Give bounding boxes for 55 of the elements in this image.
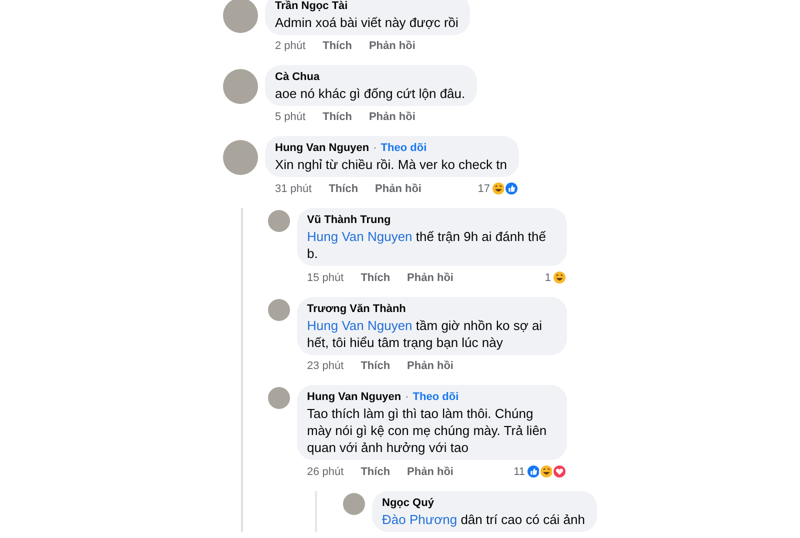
comment-text: Xin nghỉ từ chiều rồi. Mà ver ko check tn	[275, 156, 507, 173]
reaction-count: 11	[514, 464, 525, 478]
like-link[interactable]: Thích	[360, 270, 390, 284]
like-reaction-icon	[526, 464, 541, 479]
avatar-photo-placeholder[interactable]	[268, 210, 290, 232]
comment-time: 23 phút	[307, 359, 344, 373]
comment-time: 5 phút	[275, 110, 306, 124]
commenter-name[interactable]: Vũ Thành Trung	[307, 214, 391, 226]
haha-reaction-icon	[539, 464, 554, 479]
reply-link[interactable]: Phản hồi	[368, 39, 416, 53]
like-link[interactable]: Thích	[322, 110, 352, 124]
like-link[interactable]: Thích	[328, 182, 358, 196]
avatar-photo-placeholder[interactable]	[268, 299, 290, 321]
haha-reaction-icon	[490, 181, 506, 196]
comment-text: aoe nó khác gì đống cứt lộn đâu.	[275, 85, 466, 102]
comment-time: 31 phút	[275, 182, 312, 196]
avatar-photo-placeholder[interactable]	[223, 140, 258, 175]
comment-text: Đào Phương dân trí cao có cái ảnh	[382, 511, 585, 528]
avatar-photo-placeholder[interactable]	[223, 0, 258, 33]
commenter-name[interactable]: Cà Chua	[275, 71, 320, 83]
comment-text: Hung Van Nguyen tầm giờ nhồn ko sợ ai hết, tôi hiểu tâm trạng bạn lúc này	[307, 317, 544, 351]
avatar-photo-placeholder[interactable]	[268, 387, 290, 409]
separator-dot: ·	[373, 142, 377, 154]
like-link[interactable]: Thích	[322, 39, 352, 53]
reaction-count: 17	[478, 182, 490, 196]
reply-link[interactable]: Phản hồi	[368, 110, 416, 124]
like-link[interactable]: Thích	[360, 359, 390, 373]
reaction-count: 1	[544, 270, 551, 284]
commenter-name[interactable]: Hung Van Nguyen	[275, 142, 370, 154]
reply-link[interactable]: Phản hồi	[407, 270, 454, 284]
love-reaction-icon	[552, 464, 567, 479]
follow-link[interactable]: Theo dõi	[380, 142, 427, 154]
commenter-name[interactable]: Ngọc Quý	[382, 497, 434, 509]
reply-link[interactable]: Phản hồi	[407, 464, 454, 478]
comment-text: Hung Van Nguyen thế trận 9h ai đánh thế b.	[307, 228, 548, 262]
avatar-photo-placeholder[interactable]	[343, 493, 365, 515]
avatar-photo-placeholder[interactable]	[223, 69, 258, 104]
comment-time: 26 phút	[307, 464, 344, 478]
reply-link[interactable]: Phản hồi	[407, 359, 454, 373]
like-reaction-icon	[504, 181, 519, 196]
like-link[interactable]: Thích	[360, 464, 390, 478]
mention-link[interactable]: Hung Van Nguyen	[307, 318, 412, 333]
separator-dot: ·	[405, 391, 409, 403]
commenter-name[interactable]: Hung Van Nguyen	[307, 391, 402, 403]
commenter-name[interactable]: Trần Ngọc Tài	[275, 0, 348, 12]
haha-reaction-icon	[552, 270, 567, 285]
comment-text: Admin xoá bài viết này được rồi	[275, 14, 458, 31]
comment-time: 15 phút	[307, 270, 344, 284]
comment-text: Tao thích làm gì thì tao làm thôi. Chúng mày nói gì kệ con mẹ chúng mày. Trả liên quan với ảnh hưởng với tao	[307, 405, 548, 456]
mention-link[interactable]: Hung Van Nguyen	[307, 229, 412, 244]
reply-link[interactable]: Phản hồi	[375, 182, 422, 196]
comment-time: 2 phút	[275, 39, 306, 53]
mention-link[interactable]: Đào Phương	[382, 512, 458, 527]
commenter-name[interactable]: Trương Văn Thành	[307, 303, 406, 315]
follow-link[interactable]: Theo dõi	[412, 391, 459, 403]
